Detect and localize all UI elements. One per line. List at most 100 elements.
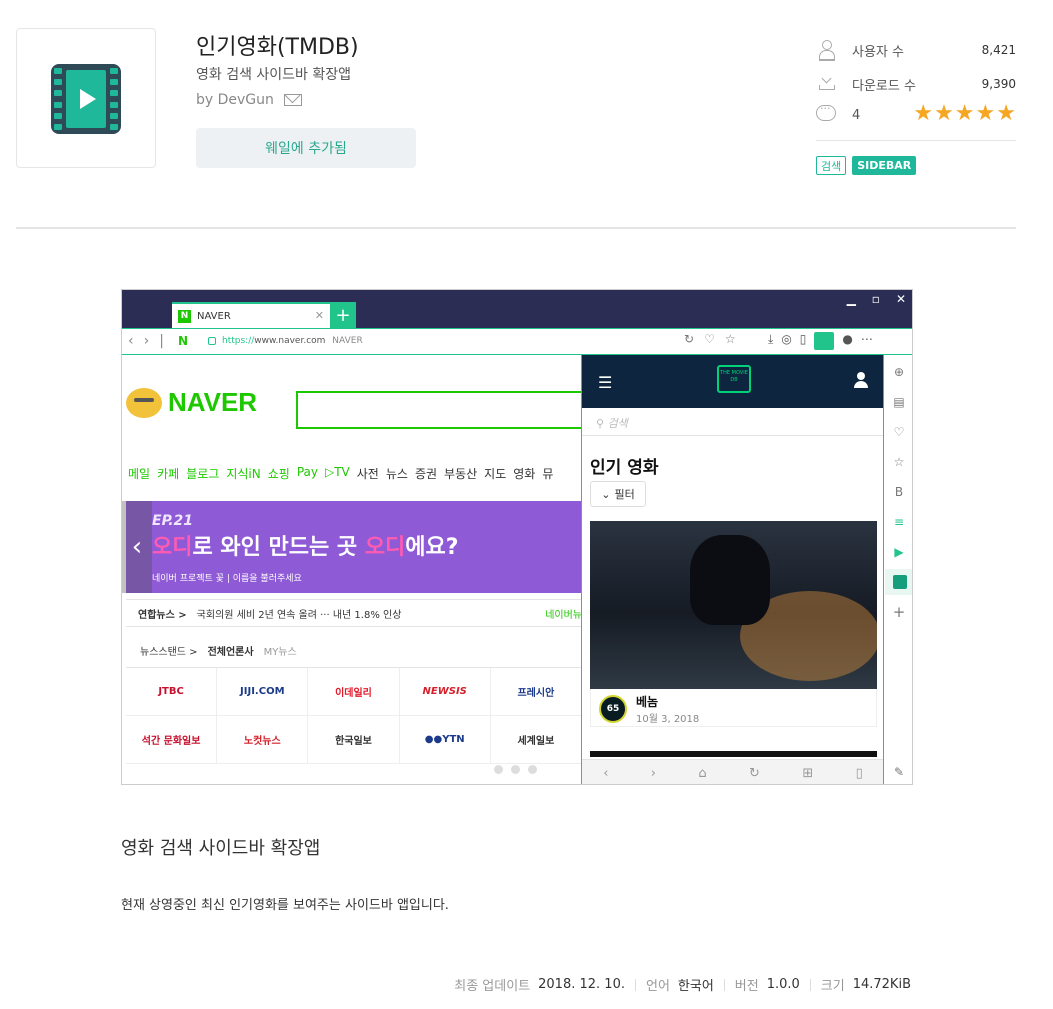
new-window-icon: ⊞ [802,765,814,781]
banner-highlight: 오디 [364,535,406,560]
carousel-dots [494,765,537,774]
tag-sidebar[interactable]: SIDEBAR [852,156,917,175]
home-icon: ⌂ [698,765,707,781]
menu-icon: ☰ [598,373,613,392]
version-label: 버전 [734,979,759,994]
movie-date: 10월 3, 2018 [636,714,700,725]
download-icon: ⤓ [768,332,774,346]
news-headline: 국회의원 세비 2년 연속 올려 ··· 내년 1.8% 인상 [196,609,402,621]
star-icon: ★ [954,101,975,126]
url-text: https://www.naver.com NAVER [208,336,363,346]
pocket-icon: ♡ [704,332,715,346]
size-label: 크기 [820,979,845,994]
nav-arrows: ‹ › | [128,333,164,349]
add-icon: + [892,603,906,621]
press-logo: 세계일보 [490,716,582,764]
calculator-icon: ▤ [893,395,905,409]
reload-icon: ↻ [684,332,695,346]
naver-search-box [296,391,586,429]
url-page-title: NAVER [332,336,363,346]
press-logo: 이데일리 [308,668,400,716]
tmdb-search-placeholder: 검색 [607,417,628,430]
pin-icon: ✎ [893,765,905,779]
whale-bee-icon [126,387,162,418]
film-play-icon [51,64,121,134]
filter-label: 필터 [614,488,635,501]
user-icon [854,372,868,388]
user-icon [819,40,835,61]
size-value: 14.72KiB [852,977,911,992]
press-logo: 석간 문화일보 [126,716,218,764]
news-more: 네이버뉴 [545,609,582,621]
naver-menu-item: 쇼핑 [267,467,290,481]
chevron-down-icon: ⌄ [601,487,611,501]
press-logo: JIJI.COM [217,668,309,716]
sidebar-toggle-icon [814,332,835,350]
zoom-icon: ⊕ [893,365,905,379]
updated-label: 최종 업데이트 [454,979,531,994]
tmdb-logo: THE MOVIE DB [717,365,751,393]
downloads-label: 다운로드 수 [852,78,916,94]
bookmark-star-icon: ☆ [724,332,736,346]
press-logo: 노컷뉴스 [217,716,309,764]
downloads-stat: 다운로드 수 9,390 [816,72,1016,96]
reload-icon: ↻ [749,765,760,781]
description-text: 현재 상영중인 최신 인기영화를 보여주는 사이드바 앱입니다. [121,898,449,913]
lock-icon [208,336,216,345]
press-logo: NEWSIS [399,668,491,716]
tag-list: 검색 SIDEBAR [816,156,917,175]
banner-headline: 오디로 와인 만드는 곳 오디에요? [152,529,459,561]
banner-text: 에요? [405,535,459,560]
capture-icon: ◎ [781,332,792,346]
tmdb-header: ☰ THE MOVIE DB [582,355,884,408]
filter-button: ⌄ 필터 [590,481,646,507]
banner-sub: 네이버 프로젝트 꽃 | 이름을 불러주세요 [152,574,302,584]
address-bar: ‹ › | N https://www.naver.com NAVER ↻ ♡ ☆ ⤓ ◎… [122,328,912,355]
stats-divider [816,140,1016,141]
minimize-icon: ▁ [846,292,856,306]
naver-menu-item: 카페 [157,467,180,481]
naver-menu-item: 사전 [356,467,379,481]
developer-byline: by DevGun [196,92,302,108]
close-icon: ✕ [895,292,906,306]
back-icon: ‹ [603,765,609,781]
toolbar-icons: ⤓ ◎ ▯ ● ⋯ [768,332,873,350]
url-host: www.naver.com [254,336,326,346]
star-icon: ★ [934,101,954,126]
naver-favicon: N [178,309,191,323]
mobile-icon: ▯ [855,765,863,781]
mail-icon[interactable] [283,94,302,106]
naver-menu-item: 증권 [414,467,438,481]
banner-highlight: 오디 [152,535,193,560]
naver-menu-item: 지도 [484,467,507,481]
reviews-count: 4 [852,107,861,123]
pocket-icon: ♡ [893,425,905,439]
popular-movies-title: 인기 영화 [590,458,659,478]
updated-value: 2018. 12. 10. [538,977,625,992]
app-title: 인기영화(TMDB) [196,35,359,60]
news-bar: 연합뉴스 > 국회의원 세비 2년 연속 올려 ··· 내년 1.8% 인상 네… [126,599,582,627]
users-label: 사용자 수 [852,44,904,60]
language-label: 언어 [645,979,670,994]
tab-title: NAVER [197,310,231,322]
reviews-stat[interactable]: 4 ★★★★★ [816,101,1016,127]
tag-search[interactable]: 검색 [816,156,847,175]
more-icon: ⋯ [860,332,873,346]
press-logo: 한국일보 [308,716,400,764]
comment-icon [816,102,836,121]
naver-menu-item: 메일 [128,467,151,481]
newsstand-label: 뉴스스탠드 > [140,647,198,658]
added-to-whale-button[interactable]: 웨일에 추가됨 [196,128,416,168]
naver-menu-item: 영화 [513,467,536,481]
naver-logo: NAVER [126,387,257,418]
sidebar-nav: ‹ › ⌂ ↻ ⊞ ▯ [582,759,884,784]
list-icon: ≡ [893,515,905,529]
naver-banner: EP.21 오디로 와인 만드는 곳 오디에요? 네이버 프로젝트 꽃 | 이름… [126,501,582,593]
press-logo: 프레시안 [490,668,582,716]
press-grid: JTBC JIJI.COM 이데일리 NEWSIS 프레시안 석간 문화일보 노… [126,667,582,764]
star-icon: ☆ [893,455,905,469]
movie-poster [590,521,877,689]
banner-text: 로 와인 만드는 곳 [192,535,365,560]
star-icon: ★ [975,101,996,126]
whale-sidebar-rail: ⊕ ▤ ♡ ☆ B ≡ ▶ + ✎ [883,355,912,784]
